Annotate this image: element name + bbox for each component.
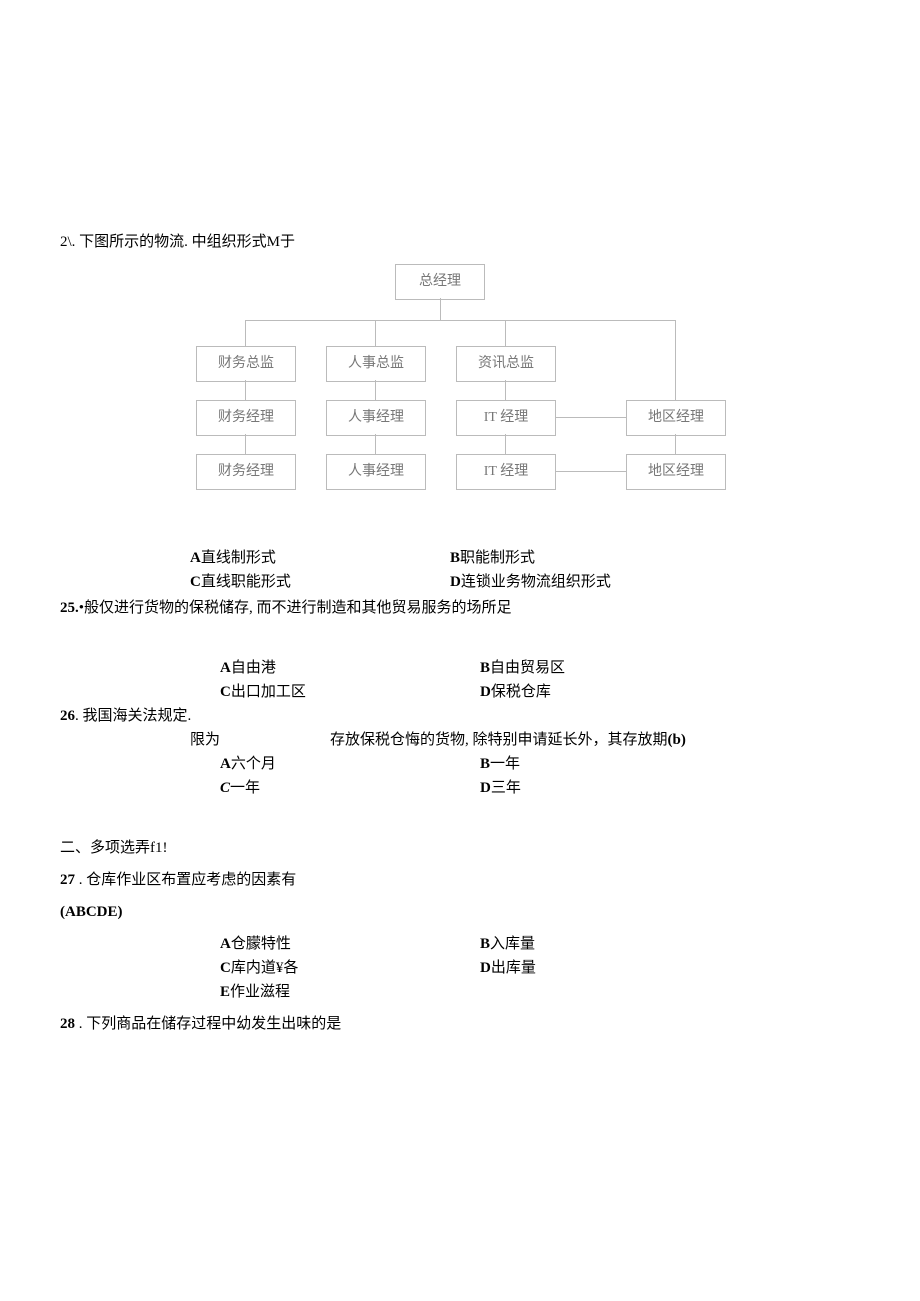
org-top: 总经理 — [395, 264, 485, 300]
org-line — [375, 380, 376, 400]
org-col2-1: 人事经理 — [326, 400, 426, 436]
section2-heading: 二、多项选弄f1! — [60, 836, 860, 860]
q25-choices-row1: A自由港 B自由贸易区 — [60, 656, 860, 680]
q27-E: 作业滋程 — [230, 984, 290, 1000]
q24-D: 连锁业务物流组织形式 — [461, 574, 611, 590]
org-chart: 总经理 财务总监 财务经理 财务经理 人事总监 人事经理 人事经理 资讯总监 I… — [180, 264, 740, 524]
org-line — [245, 380, 246, 400]
q27-prompt: 27 . 仓库作业区布置应考虑的因素有 — [60, 868, 860, 892]
org-line — [505, 380, 506, 400]
q25-choices-row2: C出口加工区 D保税仓库 — [60, 680, 860, 704]
q27-answer: (ABCDE) — [60, 900, 860, 924]
q27-C: 库内道¥各 — [231, 960, 299, 976]
q26-choices-row2: C一年 D三年 — [60, 776, 860, 800]
q27-A: 仓朦特性 — [231, 936, 291, 952]
q25-C: 出口加工区 — [231, 684, 306, 700]
org-col1-1: 财务经理 — [196, 400, 296, 436]
org-col4-1: 地区经理 — [626, 454, 726, 490]
q27-choices-row2: C库内道¥各 D出库量 — [60, 956, 860, 980]
q24-choices-row1: A直线制形式 B职能制形式 — [60, 546, 860, 570]
org-line — [675, 434, 676, 454]
q24-B: 职能制形式 — [460, 550, 535, 566]
q25-B: 自由贸易区 — [490, 660, 565, 676]
org-col4-0: 地区经理 — [626, 400, 726, 436]
q26-prompt-line2: 限为 存放保税仓悔的货物, 除特别申请延长外，其存放期(b) — [60, 728, 860, 752]
q24-C: 直线职能形式 — [201, 574, 291, 590]
q26-prompt-line1: 26. 我国海关法规定. — [60, 704, 860, 728]
org-line — [245, 320, 246, 346]
org-col1-0: 财务总监 — [196, 346, 296, 382]
q27-B: 入库量 — [490, 936, 535, 952]
q27-choices-row3: E作业滋程 — [60, 980, 860, 1004]
q27-choices-row1: A仓朦特性 B入库量 — [60, 932, 860, 956]
org-line — [375, 320, 376, 346]
q26-choices-row1: A六个月 B一年 — [60, 752, 860, 776]
q27-D: 出库量 — [491, 960, 536, 976]
org-col3-2: IT 经理 — [456, 454, 556, 490]
q26-D: 三年 — [491, 780, 521, 796]
q24-choices-row2: C直线职能形式 D连锁业务物流组织形式 — [60, 570, 860, 594]
org-col2-2: 人事经理 — [326, 454, 426, 490]
org-line — [375, 434, 376, 454]
org-line — [556, 417, 626, 418]
org-line — [440, 298, 441, 320]
org-line — [505, 434, 506, 454]
q24-A: 直线制形式 — [201, 550, 276, 566]
org-col2-0: 人事总监 — [326, 346, 426, 382]
org-line — [675, 320, 676, 400]
org-col3-0: 资讯总监 — [456, 346, 556, 382]
org-col3-1: IT 经理 — [456, 400, 556, 436]
q25-prompt: 25.•般仅进行货物的保税储存, 而不进行制造和其他贸易服务的场所足 — [60, 596, 860, 620]
org-col1-2: 财务经理 — [196, 454, 296, 490]
q26-C-label: C — [220, 780, 230, 796]
q25-A: 自由港 — [231, 660, 276, 676]
org-line — [245, 434, 246, 454]
q28-prompt: 28 . 下列商品在储存过程中幼发生出味的是 — [60, 1012, 860, 1036]
q25-D: 保税仓库 — [491, 684, 551, 700]
org-line — [505, 320, 506, 346]
org-chart-wrapper: 总经理 财务总监 财务经理 财务经理 人事总监 人事经理 人事经理 资讯总监 I… — [60, 264, 860, 524]
q26-A: 六个月 — [231, 756, 276, 772]
org-line — [556, 471, 626, 472]
org-line — [245, 320, 675, 321]
q26-B: 一年 — [490, 756, 520, 772]
q24-prompt: 2\. 下图所示的物流. 中组织形式M于 — [60, 230, 860, 254]
q26-C: 一年 — [230, 780, 260, 796]
